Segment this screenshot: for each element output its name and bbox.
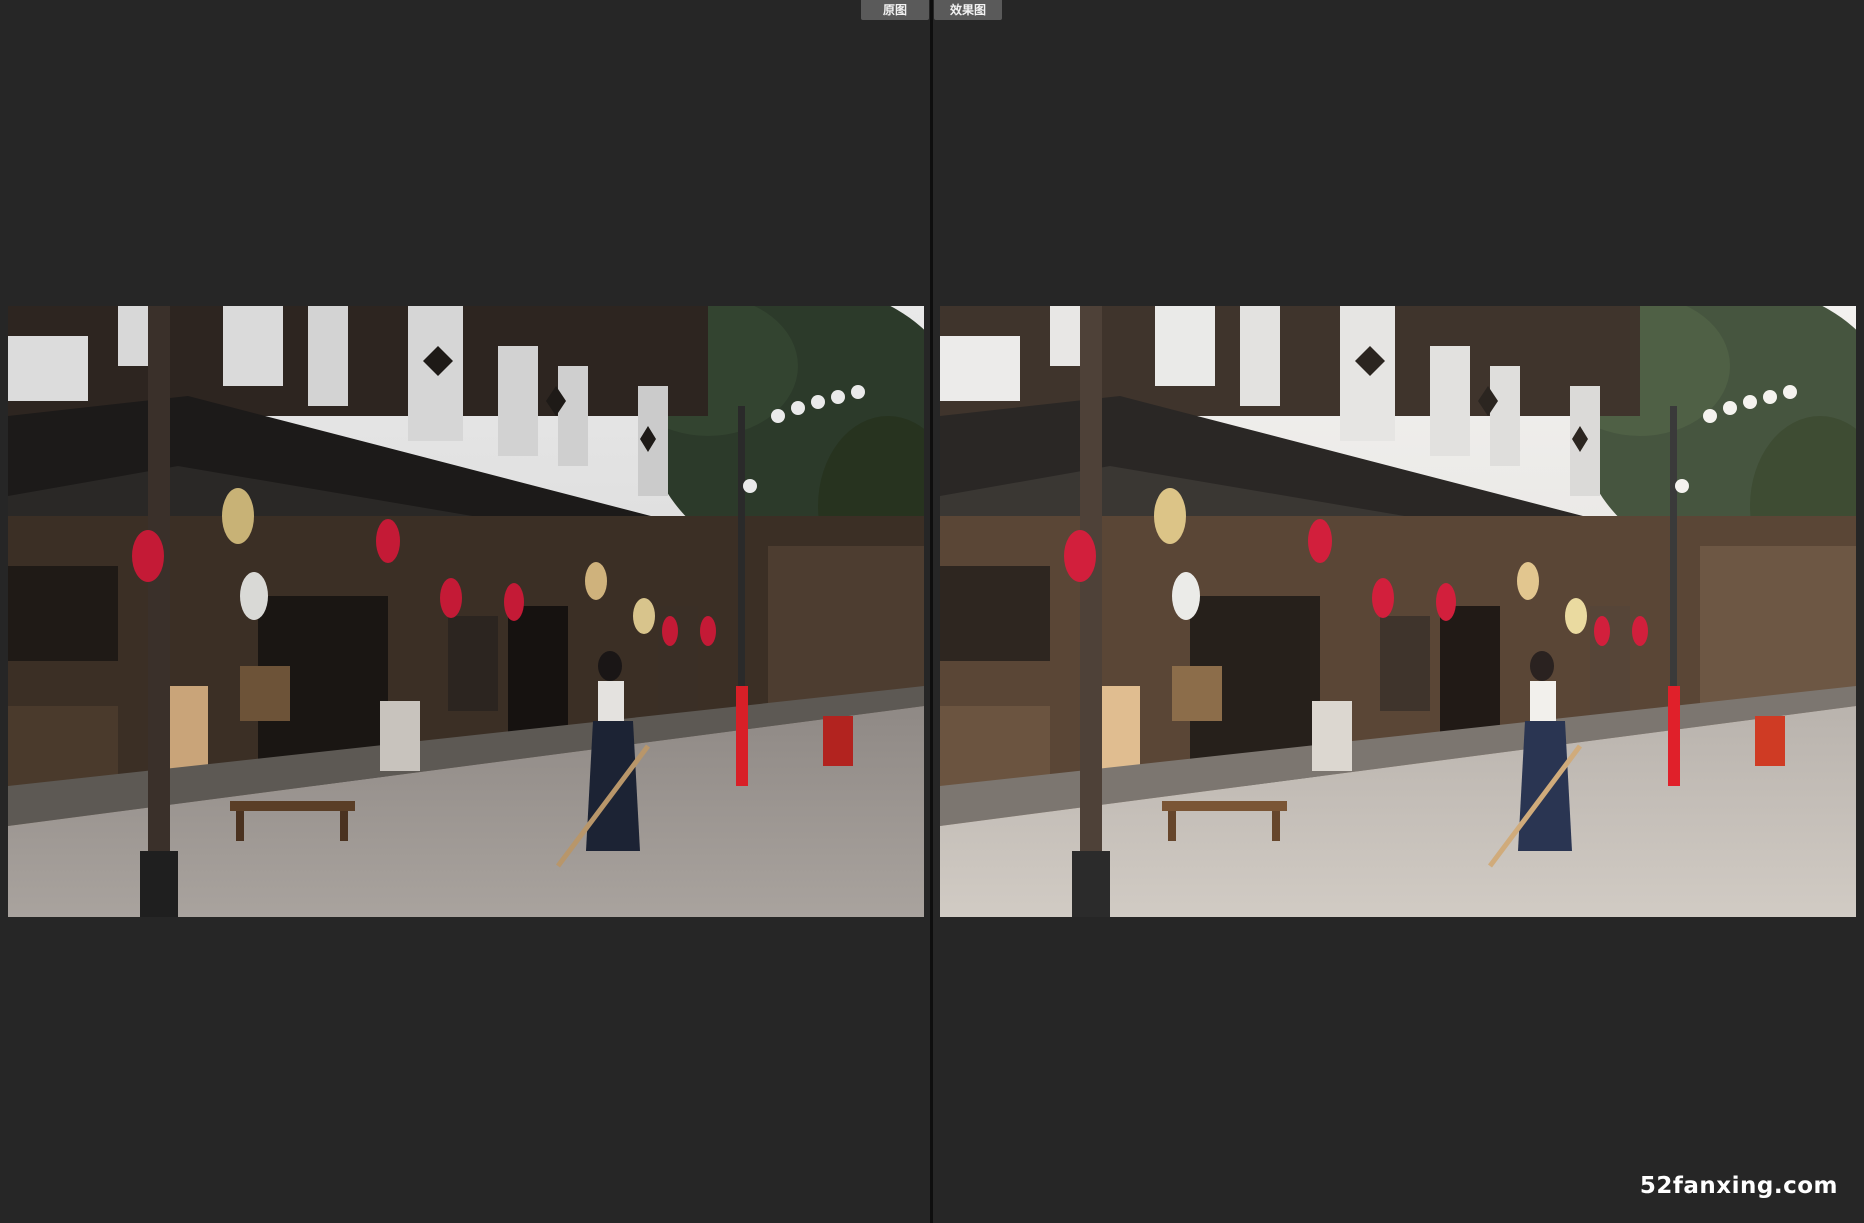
- compare-divider[interactable]: [930, 0, 933, 1223]
- original-photo-canvas: [8, 306, 924, 917]
- original-tab[interactable]: 原图: [861, 0, 929, 20]
- watermark-text: 52fanxing.com: [1639, 1173, 1838, 1199]
- effect-photo: [940, 306, 1856, 917]
- compare-viewer: 原图 效果图 52fanxing.com: [0, 0, 1864, 1223]
- effect-tab[interactable]: 效果图: [934, 0, 1002, 20]
- effect-photo-canvas: [940, 306, 1856, 917]
- original-photo: [8, 306, 924, 917]
